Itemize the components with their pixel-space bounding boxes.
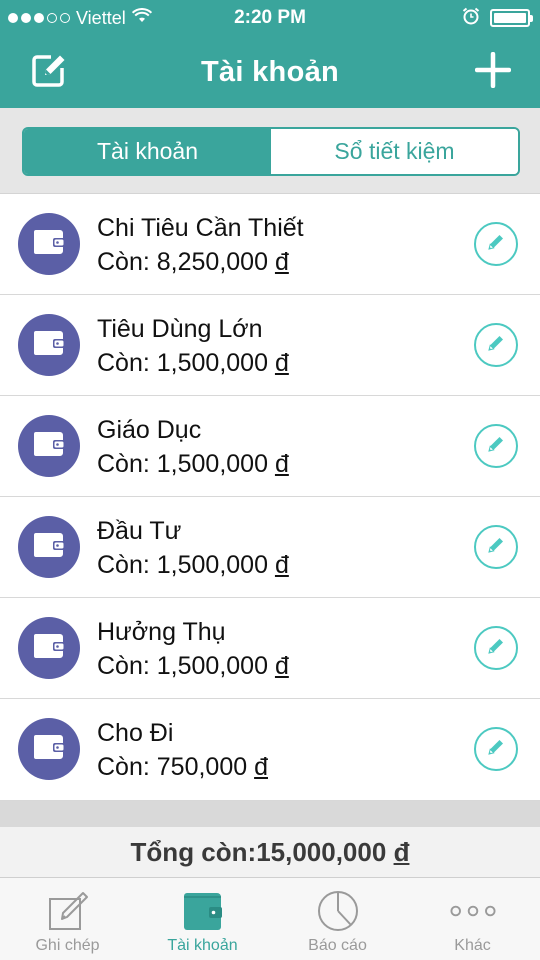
currency-symbol: đ	[274, 349, 289, 377]
balance-prefix: Còn:	[97, 652, 157, 680]
more-dots-icon	[449, 888, 497, 934]
account-avatar	[18, 617, 80, 679]
tab-label: Ghi chép	[35, 937, 100, 954]
account-row[interactable]: Giáo Dục Còn: 1,500,000 đ	[0, 396, 540, 497]
wallet-icon	[33, 431, 65, 462]
account-balance: Còn: 1,500,000 đ	[97, 450, 289, 479]
total-currency: đ	[393, 836, 410, 867]
segmented-control: Tài khoản Sổ tiết kiệm	[22, 127, 520, 176]
edit-note-icon	[31, 52, 67, 93]
wallet-icon	[179, 888, 227, 934]
pencil-icon	[486, 737, 506, 762]
balance-amount: 8,250,000	[156, 248, 268, 276]
segment-savings-book[interactable]: Sổ tiết kiệm	[271, 129, 518, 174]
account-row[interactable]: Tiêu Dùng Lớn Còn: 1,500,000 đ	[0, 295, 540, 396]
wifi-icon	[131, 7, 152, 29]
balance-amount: 1,500,000	[156, 450, 268, 478]
account-avatar	[18, 314, 80, 376]
edit-account-button[interactable]	[474, 727, 518, 771]
tab-label: Khác	[454, 937, 491, 954]
wallet-icon	[33, 532, 65, 563]
edit-account-button[interactable]	[474, 626, 518, 670]
segment-area: Tài khoản Sổ tiết kiệm	[0, 108, 540, 194]
currency-symbol: đ	[274, 652, 289, 680]
battery-icon	[490, 9, 533, 27]
account-name: Đầu Tư	[97, 517, 182, 545]
balance-prefix: Còn:	[97, 450, 157, 478]
pencil-icon	[486, 636, 506, 661]
wallet-icon	[33, 229, 65, 260]
page-title: Tài khoản	[200, 55, 340, 88]
balance-prefix: Còn:	[97, 349, 157, 377]
tab-label: Báo cáo	[308, 937, 367, 954]
balance-prefix: Còn:	[97, 248, 157, 276]
total-amount: 15,000,000	[256, 836, 387, 867]
account-name: Cho Đi	[97, 719, 174, 747]
balance-amount: 1,500,000	[156, 551, 268, 579]
balance-prefix: Còn:	[97, 753, 157, 781]
note-pencil-icon	[44, 888, 92, 934]
list-footer-spacer	[0, 801, 540, 827]
edit-account-button[interactable]	[474, 525, 518, 569]
total-prefix: Tổng còn:	[130, 836, 257, 867]
wallet-icon	[33, 734, 65, 765]
account-name: Chi Tiêu Cần Thiết	[97, 214, 304, 242]
account-row[interactable]: Cho Đi Còn: 750,000 đ	[0, 699, 540, 801]
status-bar: Viettel 2:20 PM	[0, 0, 540, 36]
tab-more[interactable]: Khác	[405, 878, 540, 960]
edit-account-button[interactable]	[474, 323, 518, 367]
account-balance: Còn: 1,500,000 đ	[97, 349, 289, 378]
wallet-icon	[33, 633, 65, 664]
pencil-icon	[486, 333, 506, 358]
pie-chart-icon	[314, 888, 362, 934]
account-name: Hưởng Thụ	[97, 618, 226, 646]
account-balance: Còn: 1,500,000 đ	[97, 652, 289, 681]
account-name: Tiêu Dùng Lớn	[97, 315, 263, 343]
wallet-icon	[33, 330, 65, 361]
account-row[interactable]: Hưởng Thụ Còn: 1,500,000 đ	[0, 598, 540, 699]
account-balance: Còn: 8,250,000 đ	[97, 248, 289, 277]
account-name: Giáo Dục	[97, 416, 202, 444]
plus-icon	[474, 51, 512, 93]
pencil-icon	[486, 535, 506, 560]
carrier-name: Viettel	[76, 7, 126, 28]
edit-account-button[interactable]	[474, 222, 518, 266]
account-balance: Còn: 1,500,000 đ	[97, 551, 289, 580]
currency-symbol: đ	[274, 450, 289, 478]
currency-symbol: đ	[274, 248, 289, 276]
pencil-icon	[486, 434, 506, 459]
status-left: Viettel	[8, 8, 152, 29]
tab-accounts[interactable]: Tài khoản	[135, 878, 270, 960]
segment-accounts[interactable]: Tài khoản	[24, 129, 271, 174]
total-balance: Tổng còn: 15,000,000 đ	[0, 827, 540, 877]
balance-prefix: Còn:	[97, 551, 157, 579]
add-account-button[interactable]	[471, 50, 515, 94]
currency-symbol: đ	[274, 551, 289, 579]
account-avatar	[18, 718, 80, 780]
account-avatar	[18, 516, 80, 578]
balance-amount: 1,500,000	[156, 652, 268, 680]
status-right	[462, 7, 533, 30]
tab-reports[interactable]: Báo cáo	[270, 878, 405, 960]
alarm-icon	[462, 7, 480, 30]
edit-account-button[interactable]	[474, 424, 518, 468]
balance-amount: 1,500,000	[156, 349, 268, 377]
edit-note-button[interactable]	[27, 50, 71, 94]
currency-symbol: đ	[254, 753, 268, 781]
account-row[interactable]: Đầu Tư Còn: 1,500,000 đ	[0, 497, 540, 598]
account-balance: Còn: 750,000 đ	[97, 753, 268, 782]
balance-amount: 750,000	[156, 753, 248, 781]
account-list: Chi Tiêu Cần Thiết Còn: 8,250,000 đ Tiêu…	[0, 194, 540, 801]
tab-label: Tài khoản	[167, 937, 238, 954]
pencil-icon	[486, 232, 506, 257]
account-row[interactable]: Chi Tiêu Cần Thiết Còn: 8,250,000 đ	[0, 194, 540, 295]
tab-bar: Ghi chép Tài khoản Báo cáo Khác	[0, 877, 540, 960]
account-avatar	[18, 415, 80, 477]
nav-bar: Tài khoản	[0, 36, 540, 108]
account-avatar	[18, 213, 80, 275]
tab-notes[interactable]: Ghi chép	[0, 878, 135, 960]
signal-strength-icon	[8, 13, 70, 23]
